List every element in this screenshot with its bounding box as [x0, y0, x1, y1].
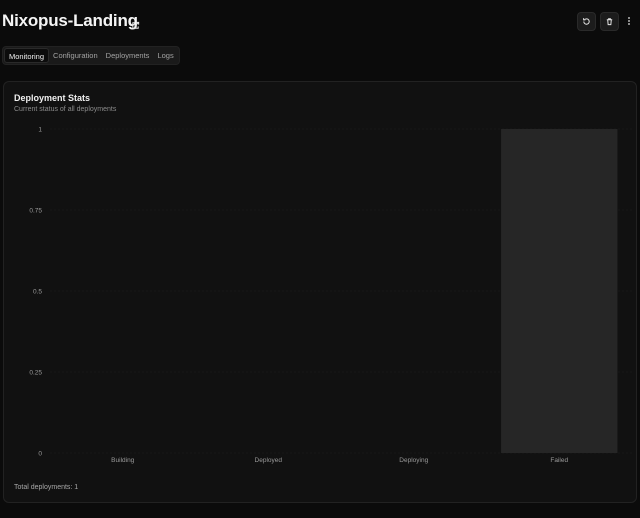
tab-bar: Monitoring Configuration Deployments Log… [2, 46, 180, 65]
x-tick-label: Building [111, 457, 135, 464]
tab-configuration[interactable]: Configuration [49, 48, 102, 63]
external-link-icon[interactable] [131, 17, 140, 29]
x-tick-label: Deploying [399, 457, 428, 464]
tab-deployments[interactable]: Deployments [102, 48, 154, 63]
refresh-button[interactable] [577, 12, 596, 31]
x-tick-label: Failed [550, 457, 568, 464]
refresh-icon [582, 13, 591, 31]
delete-button[interactable] [600, 12, 619, 31]
y-tick-label: 1 [38, 127, 42, 134]
total-deployments: Total deployments: 1 [14, 484, 79, 491]
y-tick-label: 0.5 [33, 289, 42, 296]
y-tick-label: 0.75 [29, 208, 42, 215]
y-tick-label: 0 [38, 451, 42, 458]
more-options-button[interactable] [622, 12, 636, 31]
bar-failed[interactable] [501, 129, 618, 453]
deployment-stats-chart: 0 0.25 0.5 0.75 1 Building Deployed Deploying Fa… [29, 127, 632, 464]
trash-icon [605, 13, 614, 31]
tab-logs[interactable]: Logs [153, 48, 177, 63]
deployment-stats-card: Deployment Stats Current status of all d… [3, 81, 637, 503]
page-header: Nixopus-Landing [0, 0, 640, 44]
more-vertical-icon [627, 13, 631, 31]
y-tick-label: 0.25 [29, 370, 42, 377]
x-tick-label: Deployed [255, 457, 283, 464]
page-title: Nixopus-Landing [2, 11, 138, 30]
tab-monitoring[interactable]: Monitoring [4, 48, 50, 63]
